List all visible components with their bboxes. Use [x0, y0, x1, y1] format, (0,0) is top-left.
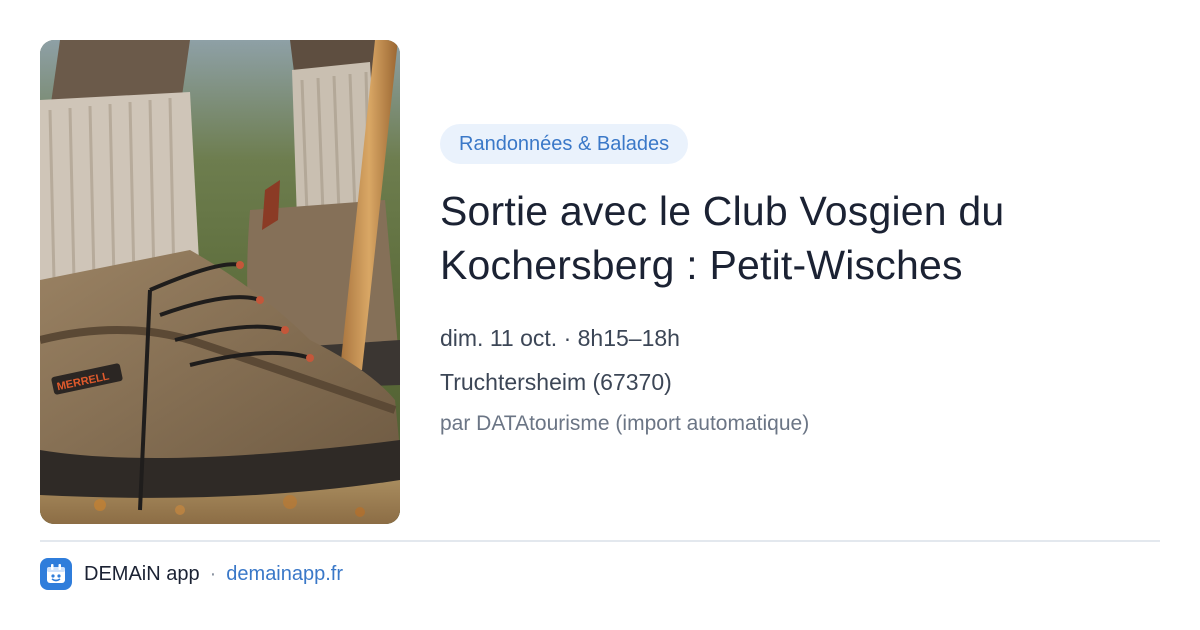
category-chip[interactable]: Randonnées & Balades — [440, 124, 689, 164]
event-title: Sortie avec le Club Vosgien du Kochersbe… — [440, 188, 1005, 288]
event-info: Randonnées & Balades Sortie avec le Club… — [440, 124, 1160, 444]
calendar-icon — [40, 558, 72, 590]
app-link[interactable]: demainapp.fr — [226, 563, 343, 586]
footer: DEMAiN app · demainapp.fr — [40, 558, 343, 590]
event-location: Truchtersheim (67370) — [440, 369, 672, 395]
footer-divider — [40, 540, 1160, 542]
footer-separator: · — [209, 562, 217, 585]
event-source: par DATAtourisme (import automatique) — [440, 412, 810, 435]
app-name: DEMAiN app — [84, 562, 200, 585]
event-datetime: dim. 11 oct. · 8h15–18h — [440, 325, 680, 351]
event-photo: MERRELL — [40, 40, 400, 524]
